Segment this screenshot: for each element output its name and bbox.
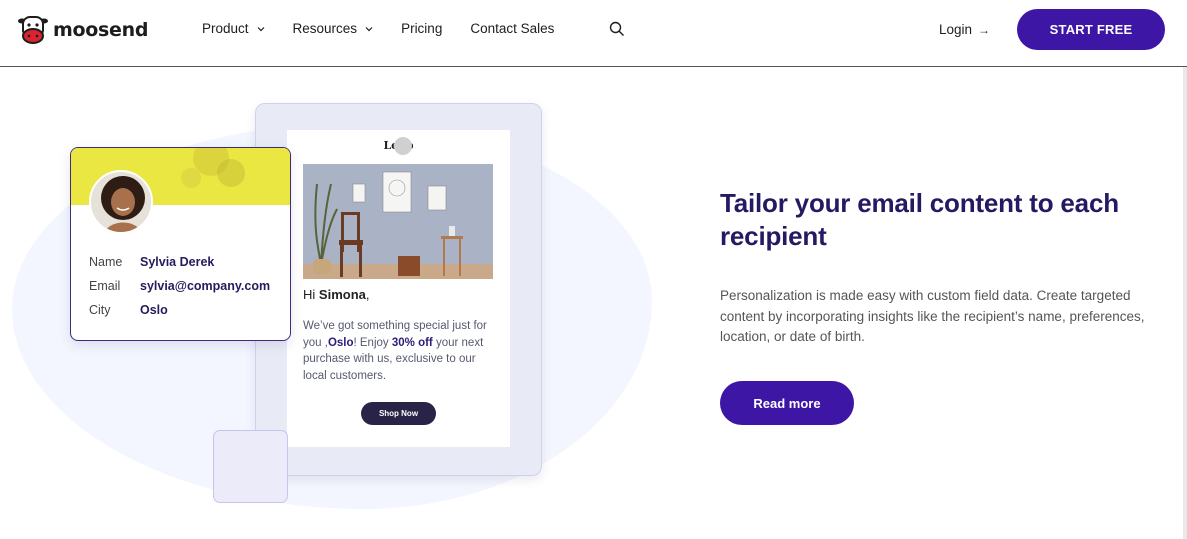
profile-name-label: Name xyxy=(89,255,123,269)
profile-email-row: Email sylvia@company.com xyxy=(89,279,270,293)
nav-item-label: Pricing xyxy=(401,21,443,36)
chevron-down-icon xyxy=(365,26,373,31)
section-headline: Tailor your email content to each recipi… xyxy=(720,188,1119,251)
profile-name-row: Name Sylvia Derek xyxy=(89,255,214,269)
profile-city-label: City xyxy=(89,303,111,317)
start-free-button[interactable]: START FREE xyxy=(1017,9,1165,50)
user-photo xyxy=(91,172,151,232)
page-scrollbar[interactable] xyxy=(1183,67,1187,539)
main-nav: Product Resources Pricing Contact Sales xyxy=(202,21,582,36)
nav-item-pricing[interactable]: Pricing xyxy=(401,21,442,36)
shop-now-button: Shop Now xyxy=(361,402,436,425)
email-body-offer: 30% off xyxy=(391,336,433,349)
email-hero-image xyxy=(303,164,493,279)
brand-name: moosend xyxy=(53,19,149,41)
greeting-prefix: Hi xyxy=(303,287,316,302)
room-interior-image xyxy=(303,164,493,279)
greeting-name: Simona xyxy=(318,287,366,302)
profile-city-value: Oslo xyxy=(140,303,168,317)
read-more-button[interactable]: Read more xyxy=(720,381,854,425)
profile-city-row: City Oslo xyxy=(89,303,168,317)
profile-email-label: Email xyxy=(89,279,121,293)
login-label: Login xyxy=(939,22,973,37)
arrow-right-icon: → xyxy=(978,22,991,37)
email-body-part: ! Enjoy xyxy=(353,336,392,349)
cow-logo-icon xyxy=(18,16,48,44)
nav-item-label: Product xyxy=(202,21,249,36)
nav-item-resources[interactable]: Resources xyxy=(293,21,374,36)
search-icon[interactable] xyxy=(609,21,625,37)
nav-item-label: Contact Sales xyxy=(470,21,555,36)
cursor-dot xyxy=(394,137,412,155)
email-body-city: Oslo xyxy=(327,336,354,349)
login-link[interactable]: Login → xyxy=(939,22,990,37)
decorative-square xyxy=(213,430,288,503)
nav-item-label: Resources xyxy=(292,21,358,36)
moosend-logo[interactable]: moosend xyxy=(18,14,148,46)
profile-name-value: Sylvia Derek xyxy=(140,255,215,269)
chevron-down-icon xyxy=(257,26,264,31)
greeting-suffix: , xyxy=(365,287,370,302)
site-header: moosend Product Resources Pricing Contac… xyxy=(0,0,1187,67)
avatar xyxy=(89,170,153,234)
nav-item-product[interactable]: Product xyxy=(202,21,265,36)
nav-item-contact-sales[interactable]: Contact Sales xyxy=(470,21,554,36)
profile-email-value: sylvia@company.com xyxy=(140,279,271,293)
section-description: Personalization is made easy with custom… xyxy=(720,288,1145,344)
email-body-text: We’ve got something special just for you… xyxy=(303,318,499,384)
email-greeting: Hi Simona, xyxy=(303,287,370,302)
profile-card: Name Sylvia Derek Email sylvia@company.com… xyxy=(70,147,291,341)
